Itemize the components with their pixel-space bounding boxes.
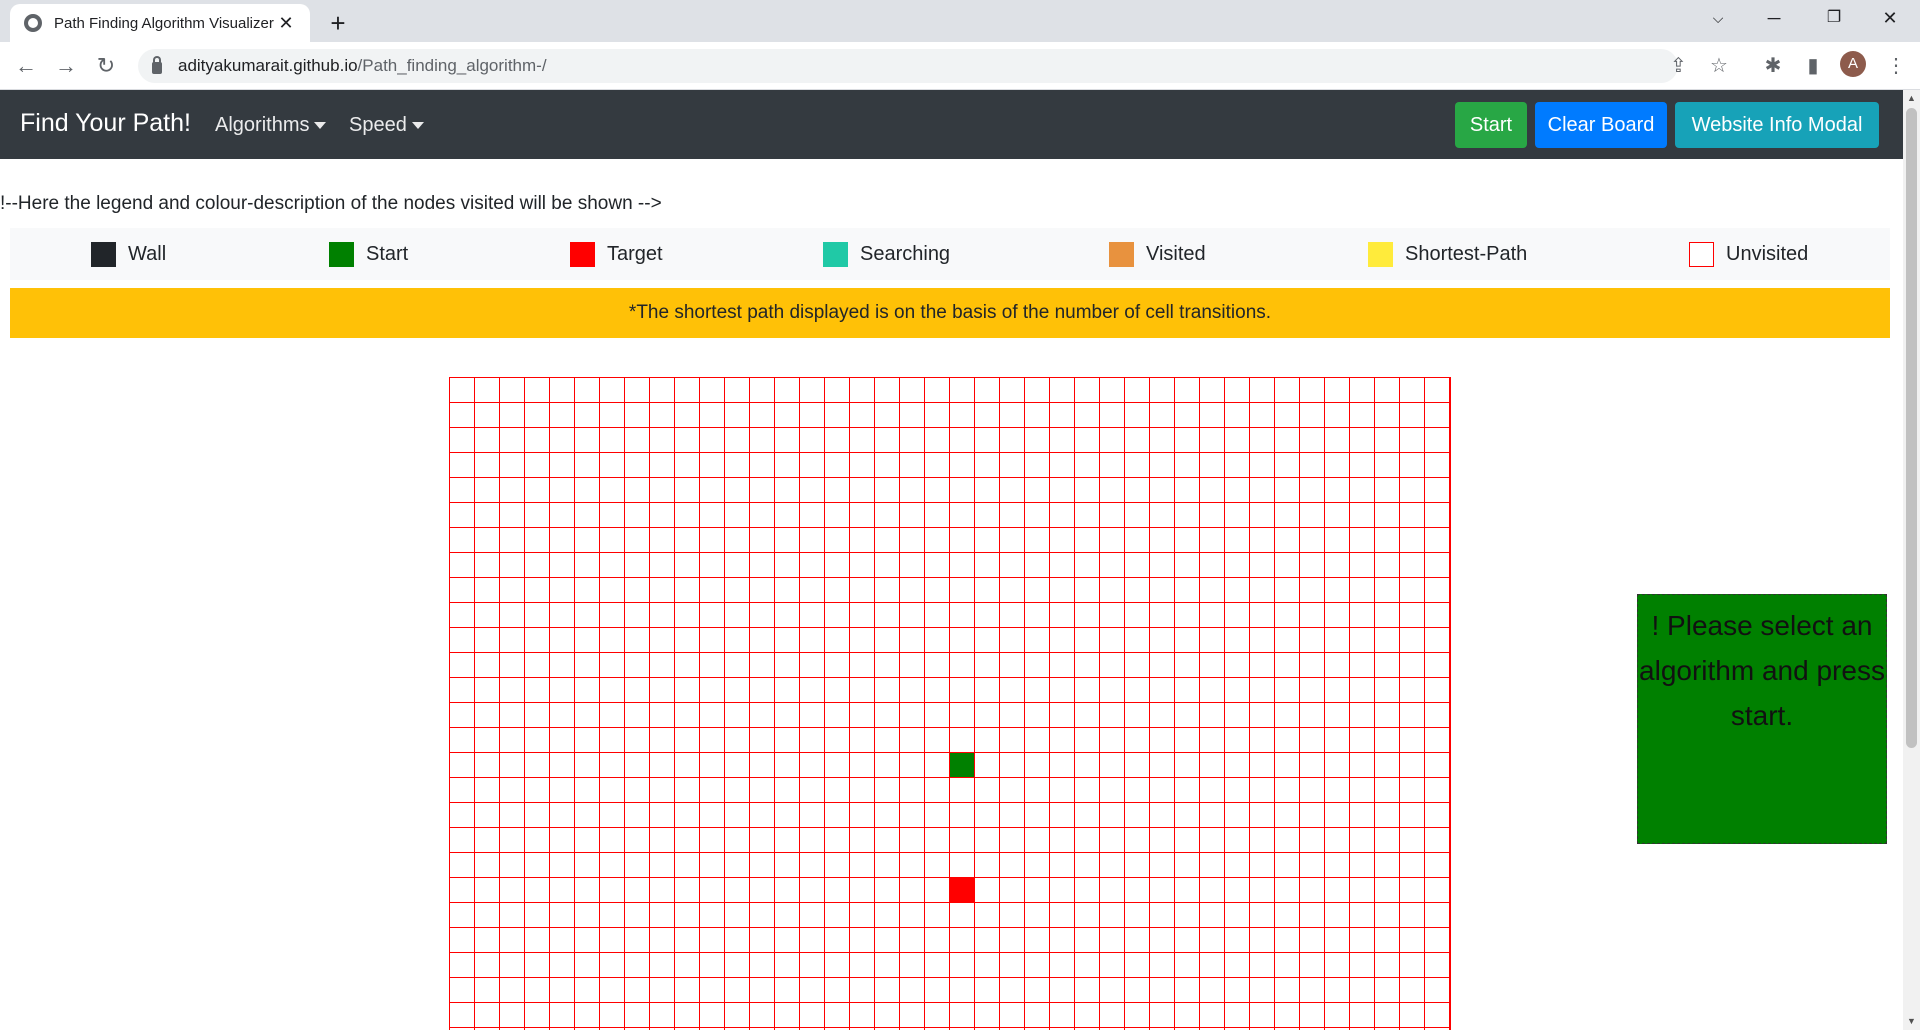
browser-toolbar: ← → ↻ adityakumarait.github.io/Path_find… bbox=[0, 42, 1920, 90]
scroll-up-icon[interactable]: ▲ bbox=[1903, 90, 1920, 107]
legend-label: Unvisited bbox=[1726, 242, 1809, 265]
brand-title[interactable]: Find Your Path! bbox=[20, 109, 191, 138]
share-icon[interactable]: ⇪ bbox=[1670, 49, 1687, 83]
browser-tab-strip: Path Finding Algorithm Visualizer ✕ + ⌵ … bbox=[0, 0, 1920, 42]
legend-item-unvisited: Unvisited bbox=[1689, 228, 1808, 280]
tab-title: Path Finding Algorithm Visualizer bbox=[54, 14, 274, 32]
legend-item-visited: Visited bbox=[1109, 228, 1206, 280]
legend-label: Target bbox=[607, 242, 663, 265]
bookmark-star-icon[interactable]: ☆ bbox=[1710, 49, 1728, 83]
speed-dropdown[interactable]: Speed bbox=[349, 114, 424, 137]
pathfinding-grid[interactable] bbox=[449, 377, 1451, 1030]
legend-item-wall: Wall bbox=[91, 228, 166, 280]
caret-down-icon bbox=[314, 122, 327, 130]
legend-bar: Wall Start Target Searching Visited Shor… bbox=[10, 228, 1890, 280]
legend-item-start: Start bbox=[329, 228, 408, 280]
legend-swatch bbox=[1109, 241, 1134, 267]
app-navbar: Find Your Path! Algorithms Speed Start C… bbox=[0, 90, 1903, 159]
algorithms-dropdown[interactable]: Algorithms bbox=[215, 114, 327, 137]
url-text: adityakumarait.github.io/Path_finding_al… bbox=[178, 56, 547, 75]
page-scrollbar[interactable]: ▲ ▼ bbox=[1903, 90, 1920, 1030]
legend-swatch bbox=[1368, 241, 1393, 267]
forward-icon[interactable]: → bbox=[50, 50, 82, 82]
legend-swatch bbox=[1689, 241, 1714, 267]
back-icon[interactable]: ← bbox=[10, 50, 42, 82]
menu-icon[interactable]: ⋮ bbox=[1880, 50, 1912, 82]
caret-down-icon bbox=[411, 122, 424, 130]
scroll-down-icon[interactable]: ▼ bbox=[1903, 1013, 1920, 1030]
legend-item-shortest-path: Shortest-Path bbox=[1368, 228, 1527, 280]
close-window-icon[interactable]: ✕ bbox=[1862, 0, 1918, 36]
website-info-button[interactable]: Website Info Modal bbox=[1675, 102, 1879, 148]
notice-banner: *The shortest path displayed is on the b… bbox=[10, 288, 1890, 338]
scrollbar-thumb[interactable] bbox=[1906, 108, 1917, 748]
legend-label: Shortest-Path bbox=[1405, 242, 1528, 265]
algorithms-label: Algorithms bbox=[215, 114, 310, 136]
profile-avatar[interactable]: A bbox=[1840, 51, 1866, 77]
legend-label: Wall bbox=[128, 242, 167, 265]
minimize-icon[interactable]: ─ bbox=[1746, 0, 1802, 36]
legend-comment-text: !--Here the legend and colour-descriptio… bbox=[0, 193, 662, 214]
new-tab-button[interactable]: + bbox=[322, 8, 354, 40]
legend-swatch bbox=[329, 241, 354, 267]
browser-tab[interactable]: Path Finding Algorithm Visualizer ✕ bbox=[10, 4, 310, 42]
legend-label: Searching bbox=[860, 242, 951, 265]
restore-icon[interactable]: ❐ bbox=[1806, 0, 1862, 36]
legend-label: Start bbox=[366, 242, 409, 265]
clear-board-button[interactable]: Clear Board bbox=[1535, 102, 1667, 148]
globe-icon bbox=[24, 14, 42, 32]
legend-item-searching: Searching bbox=[823, 228, 950, 280]
reload-icon[interactable]: ↻ bbox=[90, 50, 122, 82]
lock-icon bbox=[152, 56, 162, 74]
side-panel-icon[interactable]: ▮ bbox=[1797, 50, 1829, 82]
extensions-icon[interactable]: ✱ bbox=[1757, 50, 1789, 82]
target-node[interactable] bbox=[950, 878, 974, 902]
start-node[interactable] bbox=[950, 753, 974, 777]
legend-label: Visited bbox=[1146, 242, 1206, 265]
instruction-message-box: ! Please select an algorithm and press s… bbox=[1637, 594, 1887, 844]
speed-label: Speed bbox=[349, 114, 407, 136]
tab-search-icon[interactable]: ⌵ bbox=[1690, 0, 1746, 36]
legend-swatch bbox=[823, 241, 848, 267]
address-bar[interactable]: adityakumarait.github.io/Path_finding_al… bbox=[138, 49, 1728, 83]
page-viewport: Find Your Path! Algorithms Speed Start C… bbox=[0, 90, 1903, 1030]
legend-swatch bbox=[91, 241, 116, 267]
legend-swatch bbox=[570, 241, 595, 267]
legend-item-target: Target bbox=[570, 228, 663, 280]
tab-close-icon[interactable]: ✕ bbox=[276, 13, 296, 34]
start-button[interactable]: Start bbox=[1455, 102, 1527, 148]
